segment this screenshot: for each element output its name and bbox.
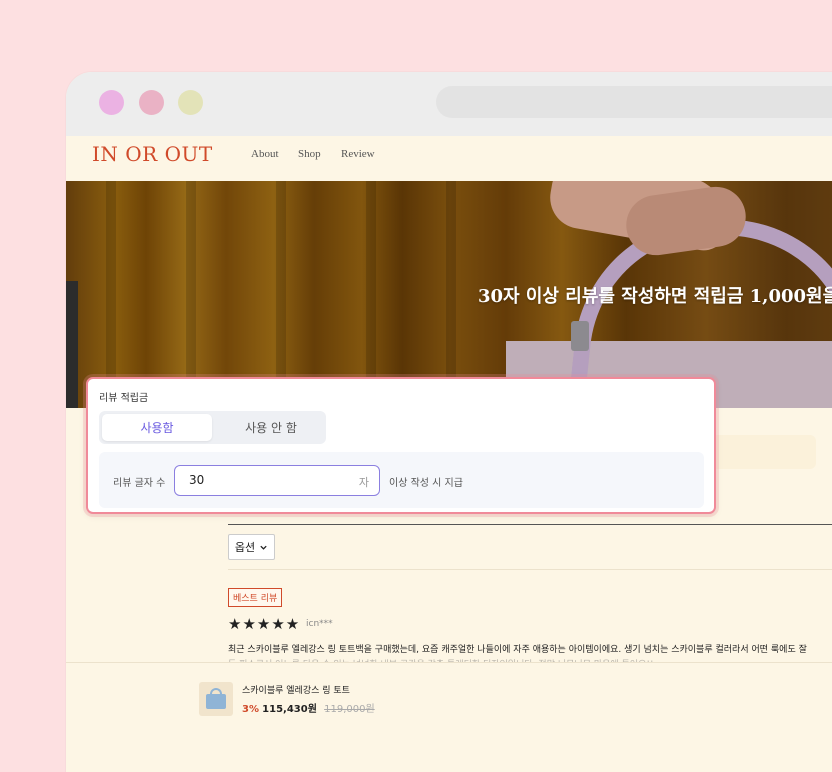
address-bar[interactable] <box>436 86 832 118</box>
window-minimize-dot[interactable] <box>139 90 164 115</box>
unit-label: 자 <box>358 476 369 489</box>
nav-link-about[interactable]: About <box>251 148 279 160</box>
product-price: 3% 115,430원 119,000원 <box>242 700 375 715</box>
min-length-input[interactable] <box>187 472 351 488</box>
product-bar: 스카이블루 엘레강스 링 토트 3% 115,430원 119,000원 <box>66 662 832 772</box>
nav-link-review[interactable]: Review <box>341 148 375 160</box>
min-length-label: 리뷰 글자 수 <box>113 478 166 489</box>
toggle-use-off[interactable]: 사용 안 함 <box>216 414 326 441</box>
section-divider <box>228 569 832 570</box>
reward-toggle: 사용함 사용 안 함 <box>99 411 326 444</box>
review-text: 최근 스카이블루 엘레강스 링 토트백을 구매했는데, 요즘 캐주얼한 나들이에… <box>228 645 807 655</box>
nav-link-shop[interactable]: Shop <box>298 148 321 160</box>
chevron-down-icon <box>260 545 267 550</box>
hero-banner: 30자 이상 리뷰를 작성하면 적립금 1,000원을 <box>66 181 832 408</box>
original-price: 119,000원 <box>324 704 375 715</box>
min-length-field[interactable]: 자 <box>174 465 380 496</box>
card-title: 리뷰 적립금 <box>99 393 149 404</box>
hero-bag-clasp <box>571 321 589 351</box>
hero-decor <box>66 281 78 408</box>
best-review-badge: 베스트 리뷰 <box>228 588 283 607</box>
product-thumbnail[interactable] <box>199 682 233 716</box>
browser-chrome <box>66 72 832 136</box>
window-maximize-dot[interactable] <box>178 90 203 115</box>
discount-rate: 3% <box>242 704 259 715</box>
reviewer-id: icn*** <box>306 619 333 629</box>
rating-stars: ★★★★★ <box>228 615 301 633</box>
toggle-use-on[interactable]: 사용함 <box>102 414 212 441</box>
product-name[interactable]: 스카이블루 엘레강스 링 토트 <box>242 683 350 696</box>
review-reward-card: 리뷰 적립금 사용함 사용 안 함 리뷰 글자 수 자 이상 작성 시 지급 <box>86 377 716 514</box>
brand-logo[interactable]: IN OR OUT <box>92 142 213 166</box>
faded-element <box>706 435 816 469</box>
option-filter-label: 옵션 <box>234 541 256 554</box>
site-header: IN OR OUT About Shop Review <box>66 136 832 182</box>
sale-price: 115,430원 <box>262 704 317 715</box>
window-close-dot[interactable] <box>99 90 124 115</box>
hero-headline: 30자 이상 리뷰를 작성하면 적립금 1,000원을 <box>478 286 832 307</box>
min-length-row: 리뷰 글자 수 자 이상 작성 시 지급 <box>99 452 704 508</box>
section-divider <box>228 524 832 525</box>
bag-icon <box>206 694 226 709</box>
min-length-suffix: 이상 작성 시 지급 <box>389 478 463 489</box>
option-filter-button[interactable]: 옵션 <box>228 534 275 560</box>
